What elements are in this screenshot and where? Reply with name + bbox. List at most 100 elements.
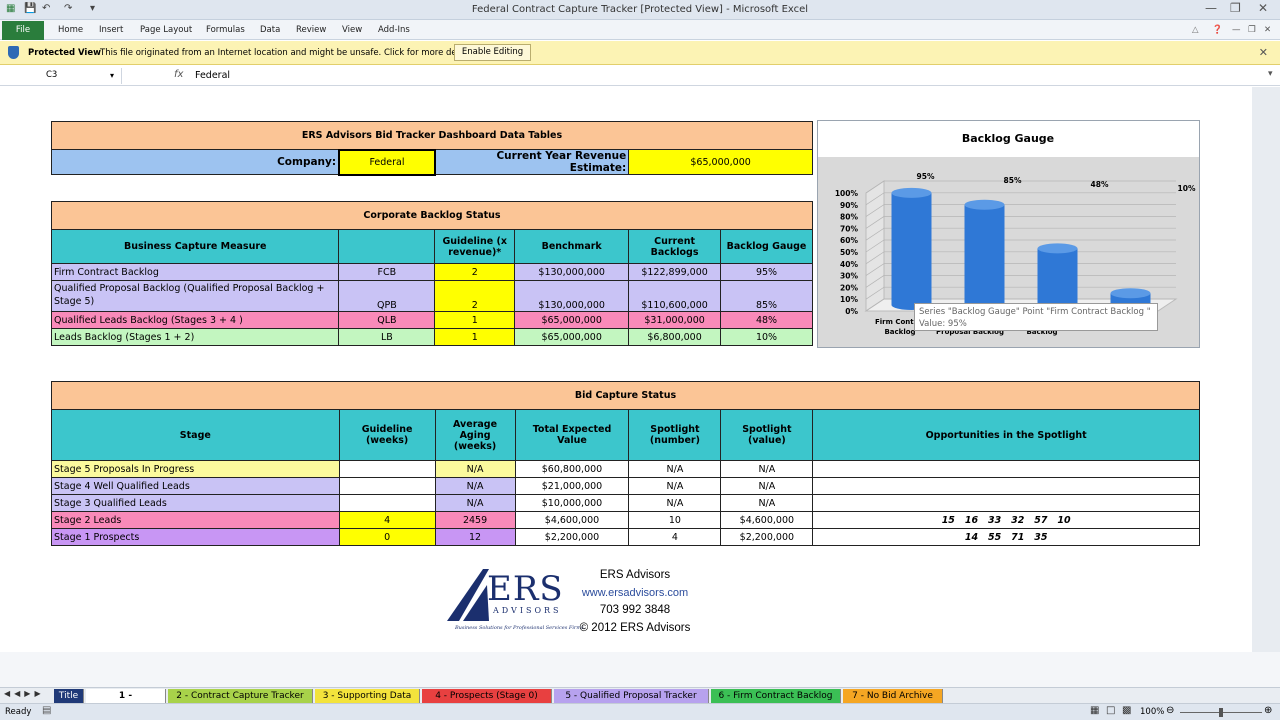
bid-spot-num-cell[interactable]: 10 (628, 511, 722, 529)
name-box[interactable]: C3 ▾ (0, 68, 122, 84)
bid-spot-value-cell[interactable]: $2,200,000 (720, 528, 814, 546)
tab-view[interactable]: View (342, 25, 362, 35)
backlog-measure-cell[interactable]: Qualified Proposal Backlog (Qualified Pr… (50, 280, 340, 312)
backlog-header-current[interactable]: Current Backlogs (628, 229, 722, 264)
backlog-measure-cell[interactable]: Firm Contract Backlog (50, 263, 340, 281)
help-icon[interactable]: ❓ (1212, 25, 1223, 35)
close-icon[interactable]: ✕ (1259, 46, 1268, 59)
revenue-label[interactable]: Current Year Revenue Estimate: (434, 149, 630, 175)
bid-aging-cell[interactable]: N/A (434, 477, 516, 495)
chevron-down-icon[interactable]: ▾ (110, 68, 114, 83)
fx-icon[interactable]: fx (174, 69, 183, 80)
close-window-icon[interactable]: ✕ (1258, 1, 1268, 15)
bid-opps-cell[interactable] (812, 477, 1200, 495)
backlog-guideline-cell[interactable]: 1 (434, 311, 516, 329)
backlog-current-cell[interactable]: $31,000,000 (628, 311, 722, 329)
bid-aging-cell[interactable]: 2459 (434, 511, 516, 529)
bid-total-cell[interactable]: $21,000,000 (514, 477, 630, 495)
workbook-minimize-icon[interactable]: — (1232, 25, 1241, 35)
sheet-tab[interactable]: 4 - Prospects (Stage 0) (422, 689, 552, 703)
bid-header-spot-num[interactable]: Spotlight (number) (628, 409, 722, 461)
backlog-current-cell[interactable]: $122,899,000 (628, 263, 722, 281)
bid-total-cell[interactable]: $10,000,000 (514, 494, 630, 512)
bid-spot-value-cell[interactable]: $4,600,000 (720, 511, 814, 529)
bid-guideline-cell[interactable] (338, 460, 436, 478)
tab-home[interactable]: Home (58, 25, 83, 35)
bid-guideline-cell[interactable] (338, 494, 436, 512)
bid-stage-cell[interactable]: Stage 4 Well Qualified Leads (51, 477, 340, 495)
sheet-tab[interactable]: 5 - Qualified Proposal Tracker (554, 689, 709, 703)
bid-aging-cell[interactable]: N/A (434, 460, 516, 478)
backlog-code-cell[interactable]: QLB (338, 311, 436, 329)
tab-data[interactable]: Data (260, 25, 280, 35)
bid-spot-value-cell[interactable]: N/A (720, 460, 814, 478)
backlog-code-cell[interactable]: QPB (338, 280, 436, 312)
normal-view-icon[interactable]: ▦ (1090, 705, 1099, 716)
backlog-title[interactable]: Corporate Backlog Status (51, 201, 813, 230)
tab-insert[interactable]: Insert (99, 25, 123, 35)
chart-bar[interactable] (964, 199, 1005, 310)
zoom-in-icon[interactable]: ⊕ (1264, 705, 1272, 716)
bid-spot-value-cell[interactable]: N/A (720, 477, 814, 495)
minimize-ribbon-icon[interactable]: △ (1192, 25, 1199, 35)
bid-total-cell[interactable]: $60,800,000 (514, 460, 630, 478)
backlog-code-cell[interactable]: FCB (338, 263, 436, 281)
zoom-level[interactable]: 100% (1140, 707, 1164, 717)
company-label[interactable]: Company: (51, 149, 340, 175)
backlog-gauge-cell[interactable]: 85% (720, 280, 813, 312)
tab-review[interactable]: Review (296, 25, 326, 35)
company-cell[interactable]: Federal (338, 148, 436, 176)
tab-formulas[interactable]: Formulas (206, 25, 245, 35)
sheet-tab[interactable]: 2 - Contract Capture Tracker (168, 689, 313, 703)
tab-page-layout[interactable]: Page Layout (140, 25, 192, 35)
bid-aging-cell[interactable]: 12 (434, 528, 516, 546)
bid-spot-num-cell[interactable]: 4 (628, 528, 722, 546)
backlog-guideline-cell[interactable]: 2 (434, 263, 516, 281)
chart-bar[interactable] (891, 187, 932, 310)
restore-icon[interactable]: ❐ (1230, 1, 1241, 15)
bid-aging-cell[interactable]: N/A (434, 494, 516, 512)
bid-header-aging[interactable]: Average Aging (weeks) (434, 409, 516, 461)
enable-editing-button[interactable]: Enable Editing (454, 44, 531, 61)
bid-stage-cell[interactable]: Stage 1 Prospects (51, 528, 340, 546)
bid-header-spot-value[interactable]: Spotlight (value) (720, 409, 814, 461)
bid-total-cell[interactable]: $2,200,000 (514, 528, 630, 546)
bid-spot-num-cell[interactable]: N/A (628, 460, 722, 478)
bid-guideline-cell[interactable] (338, 477, 436, 495)
sheet-tab[interactable]: 7 - No Bid Archive (843, 689, 943, 703)
tab-file[interactable]: File (2, 21, 44, 40)
backlog-benchmark-cell[interactable]: $130,000,000 (514, 280, 630, 312)
bid-total-cell[interactable]: $4,600,000 (514, 511, 630, 529)
bid-guideline-cell[interactable]: 4 (338, 511, 436, 529)
bid-header-opps[interactable]: Opportunities in the Spotlight (812, 409, 1200, 461)
backlog-benchmark-cell[interactable]: $65,000,000 (514, 311, 630, 329)
bid-stage-cell[interactable]: Stage 2 Leads (51, 511, 340, 529)
backlog-measure-cell[interactable]: Qualified Leads Backlog (Stages 3 + 4 ) (50, 311, 340, 329)
backlog-header-benchmark[interactable]: Benchmark (514, 229, 630, 264)
formula-input[interactable]: Federal (195, 70, 230, 81)
vertical-scrollbar[interactable] (1252, 87, 1280, 652)
backlog-header-guideline[interactable]: Guideline (x revenue)* (434, 229, 516, 264)
sheet-tab[interactable]: Title (54, 689, 84, 703)
bid-opps-cell[interactable] (812, 460, 1200, 478)
bid-header-total[interactable]: Total Expected Value (514, 409, 630, 461)
macro-record-icon[interactable]: ▤ (42, 705, 51, 716)
bid-spot-num-cell[interactable]: N/A (628, 494, 722, 512)
workbook-close-icon[interactable]: ✕ (1264, 25, 1271, 35)
backlog-measure-cell[interactable]: Leads Backlog (Stages 1 + 2) (50, 328, 340, 346)
tab-add-ins[interactable]: Add-Ins (378, 25, 410, 35)
bid-stage-cell[interactable]: Stage 5 Proposals In Progress (51, 460, 340, 478)
bid-opps-cell[interactable]: 15 16 33 32 57 10 (812, 511, 1200, 529)
backlog-guideline-cell[interactable]: 1 (434, 328, 516, 346)
zoom-out-icon[interactable]: ⊖ (1166, 705, 1174, 716)
backlog-benchmark-cell[interactable]: $130,000,000 (514, 263, 630, 281)
backlog-gauge-cell[interactable]: 48% (720, 311, 813, 329)
bid-header-stage[interactable]: Stage (51, 409, 340, 461)
backlog-gauge-cell[interactable]: 10% (720, 328, 813, 346)
backlog-current-cell[interactable]: $6,800,000 (628, 328, 722, 346)
workbook-restore-icon[interactable]: ❐ (1248, 25, 1256, 35)
bid-spot-num-cell[interactable]: N/A (628, 477, 722, 495)
sheet-tab[interactable]: 3 - Supporting Data (315, 689, 420, 703)
bid-header-guideline[interactable]: Guideline (weeks) (338, 409, 436, 461)
backlog-code-cell[interactable]: LB (338, 328, 436, 346)
